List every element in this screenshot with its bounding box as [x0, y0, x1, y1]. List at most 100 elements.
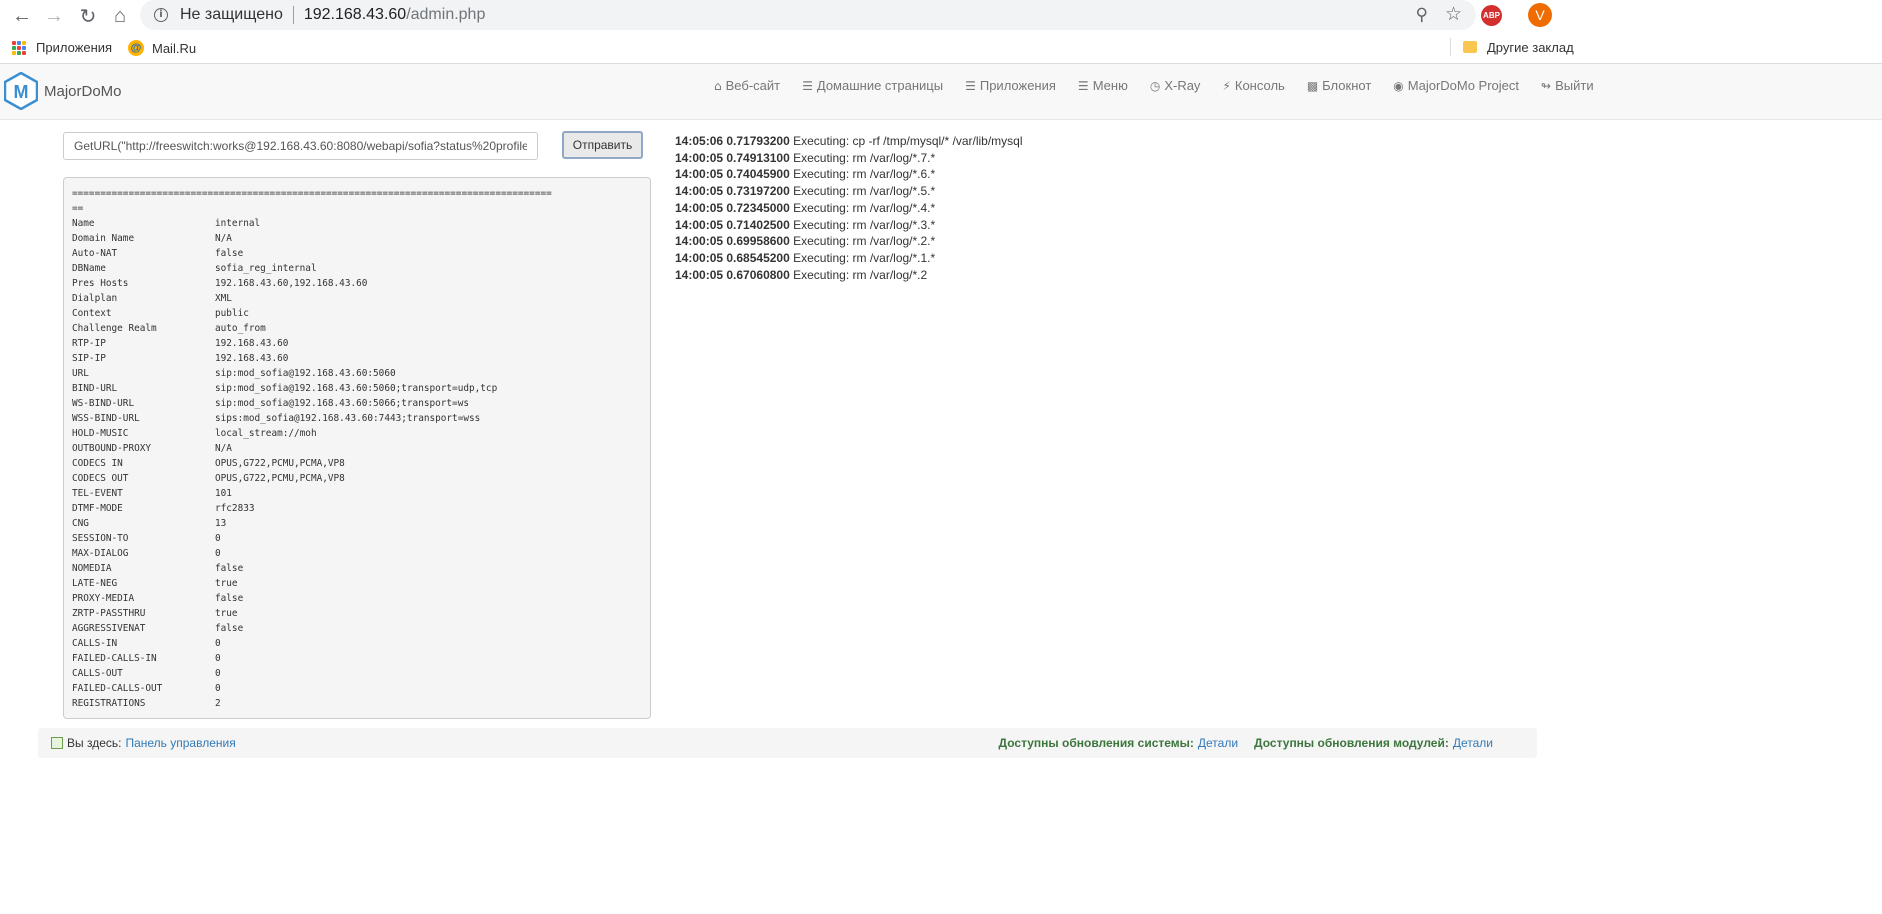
nav-home-pages[interactable]: ☰ Домашние страницы — [802, 78, 943, 93]
profile-avatar[interactable]: V — [1528, 3, 1552, 27]
output-row: CALLS-OUT 0 — [72, 666, 642, 681]
output-row: SIP-IP 192.168.43.60 — [72, 351, 642, 366]
output-value: sips:mod_sofia@192.168.43.60:7443;transp… — [215, 413, 481, 424]
output-key: PROXY-MEDIA — [72, 593, 135, 604]
module-updates-label: Доступны обновления модулей: — [1254, 736, 1449, 750]
output-row: NOMEDIA false — [72, 561, 642, 576]
output-row: FAILED-CALLS-IN 0 — [72, 651, 642, 666]
output-key: TEL-EVENT — [72, 488, 123, 499]
output-value: auto_from — [215, 323, 266, 334]
output-row: Context public — [72, 306, 642, 321]
output-rows: Name internal Domain Name N/A Auto-NAT false D… — [72, 216, 642, 711]
output-key: WS-BIND-URL — [72, 398, 135, 409]
output-key: Auto-NAT — [72, 248, 118, 259]
brand[interactable]: M MajorDoMo — [4, 72, 122, 110]
list-icon: ☰ — [802, 78, 813, 93]
bookmark-label: Приложения — [36, 40, 113, 55]
output-key: DBName — [72, 263, 106, 274]
system-updates-link[interactable]: Детали — [1198, 736, 1238, 750]
nav-label: Выйти — [1555, 78, 1594, 93]
output-value: 13 — [215, 518, 227, 529]
output-key: CODECS OUT — [72, 473, 129, 484]
nav-console[interactable]: ⚡ Консоль — [1222, 78, 1284, 93]
bookmark-star-icon[interactable]: ☆ — [1445, 3, 1462, 26]
output-value: 0 — [215, 533, 221, 544]
output-row: AGGRESSIVENAT false — [72, 621, 642, 636]
info-icon[interactable]: i — [154, 8, 168, 22]
output-row: WSS-BIND-URL sips:mod_sofia@192.168.43.60… — [72, 411, 642, 426]
output-row: Pres Hosts 192.168.43.60,192.168.43.60 — [72, 276, 642, 291]
system-updates-label: Доступны обновления системы: — [998, 736, 1194, 750]
log-text: Executing: rm /var/log/*.6.* — [793, 167, 936, 182]
bookmark-mailru[interactable]: @ Mail.Ru — [128, 40, 196, 56]
output-value: false — [215, 593, 244, 604]
zoom-icon[interactable]: ⚲ — [1416, 5, 1428, 25]
dashboard-icon — [51, 737, 63, 749]
output-separator-tail: == — [72, 203, 84, 214]
log-time: 14:00:05 0.71402500 — [675, 217, 790, 232]
breadcrumb-link[interactable]: Панель управления — [125, 736, 235, 750]
output-key: BIND-URL — [72, 383, 118, 394]
app-navbar: M MajorDoMo ⌂ Веб-сайт ☰ Домашние страницы… — [0, 64, 1882, 120]
bookmark-label: Mail.Ru — [152, 40, 197, 56]
log-text: Executing: rm /var/log/*.7.* — [793, 150, 936, 165]
output-value: 192.168.43.60,192.168.43.60 — [215, 278, 368, 289]
output-row: REGISTRATIONS 2 — [72, 696, 642, 711]
output-key: RTP-IP — [72, 338, 106, 349]
output-row: SESSION-TO 0 — [72, 531, 642, 546]
output-row: TEL-EVENT 101 — [72, 486, 642, 501]
output-row: CALLS-IN 0 — [72, 636, 642, 651]
output-value: true — [215, 578, 238, 589]
nav-label: Консоль — [1234, 78, 1285, 93]
output-key: SESSION-TO — [72, 533, 129, 544]
log-text: Executing: rm /var/log/*.2.* — [793, 234, 936, 249]
updates-notice: Доступны обновления системы: Детали Дост… — [999, 736, 1509, 750]
log-time: 14:00:05 0.74045900 — [675, 167, 790, 182]
nav-xray[interactable]: ◷ X-Ray — [1150, 78, 1201, 93]
nav-label: Домашние страницы — [816, 78, 944, 93]
nav-applications[interactable]: ☰ Приложения — [965, 78, 1056, 93]
mailru-icon: @ — [128, 40, 144, 56]
nav-label: Блокнот — [1322, 78, 1372, 93]
home-icon[interactable]: ⌂ — [106, 2, 134, 30]
other-bookmarks[interactable]: Другие заклад — [1450, 38, 1574, 56]
nav-menu: ⌂ Веб-сайт ☰ Домашние страницы ☰ Приложения… — [714, 78, 1616, 93]
output-key: FAILED-CALLS-OUT — [72, 683, 163, 694]
output-value: N/A — [215, 443, 232, 454]
nav-notepad[interactable]: ▩ Блокнот — [1307, 78, 1371, 93]
output-key: Dialplan — [72, 293, 118, 304]
output-row: DTMF-MODE rfc2833 — [72, 501, 642, 516]
nav-menu-item[interactable]: ☰ Меню — [1078, 78, 1128, 93]
command-output: ========================================… — [63, 177, 651, 719]
url-path[interactable]: /admin.php — [406, 6, 485, 24]
back-arrow-icon[interactable]: ← — [8, 2, 36, 30]
log-time: 14:00:05 0.72345000 — [675, 200, 790, 215]
log-line: 14:00:05 0.67060800 Executing: rm /var/l… — [675, 267, 1023, 284]
folder-icon — [1463, 41, 1477, 53]
log-time: 14:00:05 0.73197200 — [675, 184, 790, 199]
log-line: 14:00:05 0.69958600 Executing: rm /var/l… — [675, 233, 1023, 250]
forward-arrow-icon[interactable]: → — [40, 2, 68, 30]
output-key: SIP-IP — [72, 353, 106, 364]
nav-project[interactable]: ◉ MajorDoMo Project — [1393, 78, 1519, 93]
output-key: Domain Name — [72, 233, 135, 244]
module-updates-link[interactable]: Детали — [1453, 736, 1493, 750]
log-text: Executing: rm /var/log/*.1.* — [793, 250, 936, 265]
submit-button[interactable]: Отправить — [562, 131, 643, 159]
globe-icon: ◉ — [1393, 78, 1404, 93]
url-host[interactable]: 192.168.43.60 — [304, 6, 406, 24]
nav-logout[interactable]: ↬ Выйти — [1541, 78, 1594, 93]
adblock-icon[interactable]: ABP — [1481, 5, 1502, 26]
output-key: CALLS-IN — [72, 638, 118, 649]
address-bar[interactable]: i Не защищено 192.168.43.60/admin.php ⚲ … — [140, 0, 1476, 30]
output-row: CNG 13 — [72, 516, 642, 531]
output-row: URL sip:mod_sofia@192.168.43.60:5060 — [72, 366, 642, 381]
output-key: CALLS-OUT — [72, 668, 123, 679]
command-input[interactable] — [63, 132, 538, 160]
log-line: 14:05:06 0.71793200 Executing: cp -rf /t… — [675, 133, 1023, 150]
output-value: false — [215, 248, 244, 259]
output-row: Auto-NAT false — [72, 246, 642, 261]
reload-icon[interactable]: ↻ — [74, 2, 102, 30]
nav-website[interactable]: ⌂ Веб-сайт — [714, 78, 780, 93]
bookmark-apps[interactable]: Приложения — [12, 40, 112, 55]
